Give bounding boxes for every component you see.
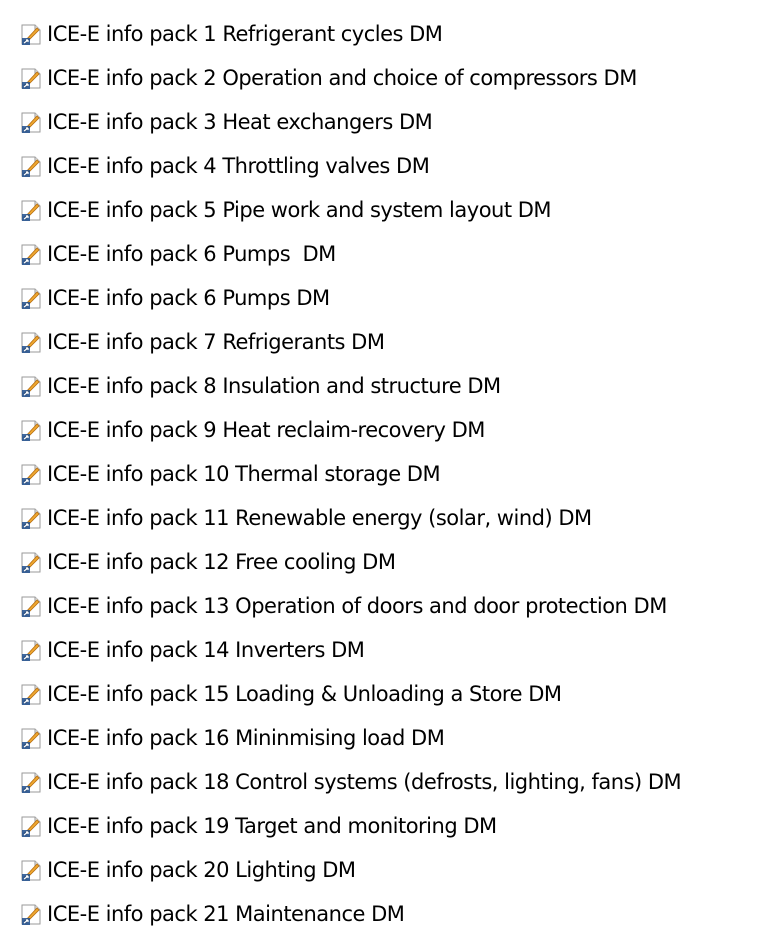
file-shortcut-document-icon <box>18 901 44 927</box>
file-item[interactable]: ICE-E info pack 18 Control systems (defr… <box>18 760 777 804</box>
file-shortcut-document-icon <box>18 65 44 91</box>
file-shortcut-document-icon <box>18 329 44 355</box>
file-shortcut-document-icon <box>18 241 44 267</box>
file-item[interactable]: ICE-E info pack 9 Heat reclaim-recovery … <box>18 408 777 452</box>
file-item[interactable]: ICE-E info pack 21 Maintenance DM <box>18 892 777 936</box>
file-item[interactable]: ICE-E info pack 2 Operation and choice o… <box>18 56 777 100</box>
file-shortcut-document-icon <box>18 153 44 179</box>
file-item[interactable]: ICE-E info pack 16 Mininmising load DM <box>18 716 777 760</box>
file-shortcut-document-icon <box>18 461 44 487</box>
file-item[interactable]: ICE-E info pack 15 Loading & Unloading a… <box>18 672 777 716</box>
file-item[interactable]: ICE-E info pack 20 Lighting DM <box>18 848 777 892</box>
file-item[interactable]: ICE-E info pack 14 Inverters DM <box>18 628 777 672</box>
file-shortcut-document-icon <box>18 197 44 223</box>
file-name: ICE-E info pack 4 Throttling valves DM <box>47 154 430 178</box>
file-item[interactable]: ICE-E info pack 7 Refrigerants DM <box>18 320 777 364</box>
file-shortcut-document-icon <box>18 725 44 751</box>
file-name: ICE-E info pack 3 Heat exchangers DM <box>47 110 433 134</box>
file-item[interactable]: ICE-E info pack 1 Refrigerant cycles DM <box>18 12 777 56</box>
file-name: ICE-E info pack 1 Refrigerant cycles DM <box>47 22 443 46</box>
file-name: ICE-E info pack 20 Lighting DM <box>47 858 356 882</box>
file-shortcut-document-icon <box>18 417 44 443</box>
file-item[interactable]: ICE-E info pack 8 Insulation and structu… <box>18 364 777 408</box>
file-shortcut-document-icon <box>18 285 44 311</box>
file-item[interactable]: ICE-E info pack 3 Heat exchangers DM <box>18 100 777 144</box>
file-shortcut-document-icon <box>18 109 44 135</box>
file-name: ICE-E info pack 16 Mininmising load DM <box>47 726 445 750</box>
file-name: ICE-E info pack 10 Thermal storage DM <box>47 462 441 486</box>
file-name: ICE-E info pack 11 Renewable energy (sol… <box>47 506 592 530</box>
file-shortcut-document-icon <box>18 681 44 707</box>
file-shortcut-document-icon <box>18 813 44 839</box>
file-name: ICE-E info pack 6 Pumps DM <box>47 286 330 310</box>
file-name: ICE-E info pack 6 Pumps DM <box>47 242 336 266</box>
file-name: ICE-E info pack 12 Free cooling DM <box>47 550 396 574</box>
file-name: ICE-E info pack 19 Target and monitoring… <box>47 814 497 838</box>
file-name: ICE-E info pack 5 Pipe work and system l… <box>47 198 552 222</box>
file-shortcut-document-icon <box>18 373 44 399</box>
file-list: ICE-E info pack 1 Refrigerant cycles DM … <box>18 12 777 936</box>
file-item[interactable]: ICE-E info pack 4 Throttling valves DM <box>18 144 777 188</box>
file-shortcut-document-icon <box>18 593 44 619</box>
file-item[interactable]: ICE-E info pack 5 Pipe work and system l… <box>18 188 777 232</box>
file-item[interactable]: ICE-E info pack 6 Pumps DM <box>18 276 777 320</box>
file-shortcut-document-icon <box>18 637 44 663</box>
file-item[interactable]: ICE-E info pack 6 Pumps DM <box>18 232 777 276</box>
file-name: ICE-E info pack 21 Maintenance DM <box>47 902 405 926</box>
file-name: ICE-E info pack 15 Loading & Unloading a… <box>47 682 562 706</box>
file-shortcut-document-icon <box>18 769 44 795</box>
file-item[interactable]: ICE-E info pack 11 Renewable energy (sol… <box>18 496 777 540</box>
file-shortcut-document-icon <box>18 857 44 883</box>
file-name: ICE-E info pack 8 Insulation and structu… <box>47 374 501 398</box>
file-name: ICE-E info pack 14 Inverters DM <box>47 638 365 662</box>
file-item[interactable]: ICE-E info pack 10 Thermal storage DM <box>18 452 777 496</box>
file-item[interactable]: ICE-E info pack 13 Operation of doors an… <box>18 584 777 628</box>
file-item[interactable]: ICE-E info pack 12 Free cooling DM <box>18 540 777 584</box>
file-name: ICE-E info pack 13 Operation of doors an… <box>47 594 667 618</box>
file-name: ICE-E info pack 2 Operation and choice o… <box>47 66 637 90</box>
file-shortcut-document-icon <box>18 21 44 47</box>
file-name: ICE-E info pack 18 Control systems (defr… <box>47 770 682 794</box>
file-shortcut-document-icon <box>18 505 44 531</box>
file-name: ICE-E info pack 7 Refrigerants DM <box>47 330 385 354</box>
file-shortcut-document-icon <box>18 549 44 575</box>
file-item[interactable]: ICE-E info pack 19 Target and monitoring… <box>18 804 777 848</box>
file-name: ICE-E info pack 9 Heat reclaim-recovery … <box>47 418 485 442</box>
